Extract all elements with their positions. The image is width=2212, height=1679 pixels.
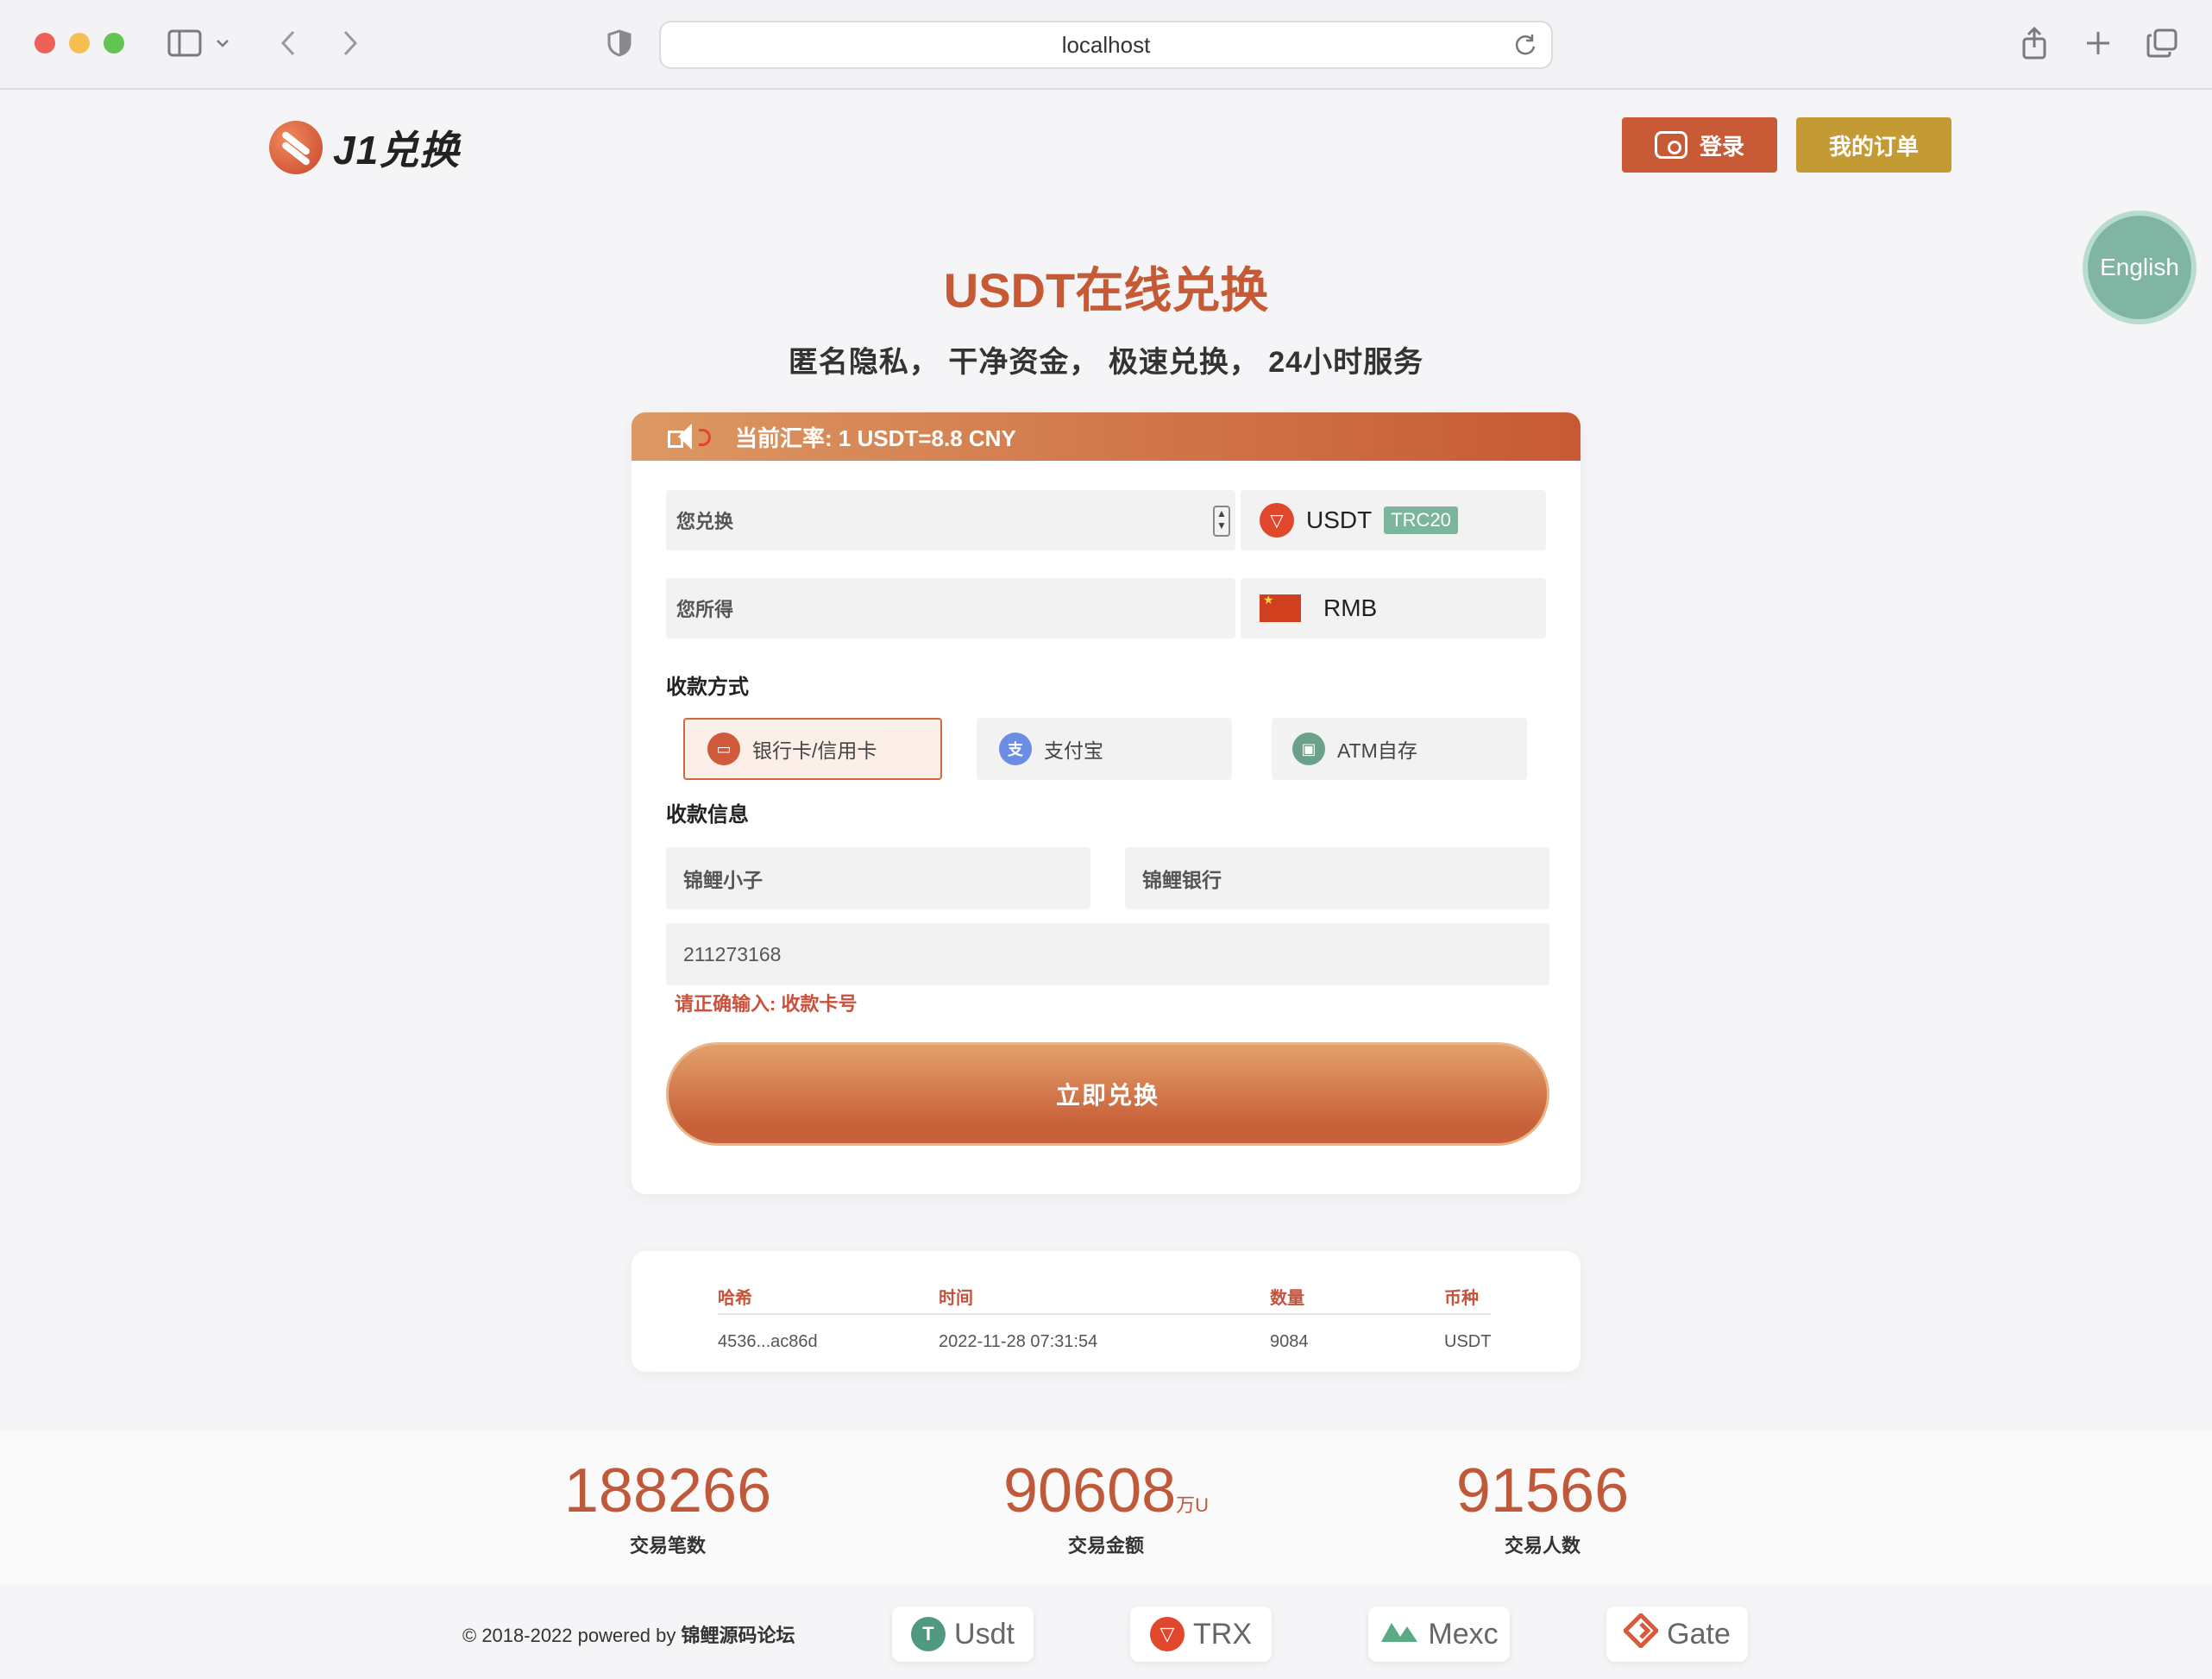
china-flag-icon [1260,593,1301,622]
stat-trade-volume: 90608万U 交易金额 [933,1456,1279,1558]
stat-trader-count: 91566 交易人数 [1370,1456,1715,1558]
payment-option-label: 银行卡/信用卡 [752,739,877,762]
bank-card-icon: ▭ [707,733,740,765]
speaker-icon [666,424,711,450]
stat-label: 交易金额 [1067,1535,1144,1556]
payee-info-label: 收款信息 [666,803,749,827]
forward-arrow-icon[interactable] [330,22,371,64]
logo-icon [269,121,323,174]
pay-amount-input[interactable]: 您兑换 ▲ ▼ [666,490,1235,550]
column-header-time: 时间 [939,1289,973,1308]
minimize-window-button[interactable] [69,33,90,53]
stat-unit: 万U [1176,1494,1210,1516]
login-label: 登录 [1699,133,1744,160]
partner-label: Usdt [954,1617,1015,1651]
my-orders-button[interactable]: 我的订单 [1796,117,1951,173]
network-badge: TRC20 [1384,506,1458,534]
receive-amount-input[interactable]: 您所得 [666,578,1235,638]
pay-coin-selector[interactable]: ▽ USDT TRC20 [1241,490,1546,550]
column-header-coin: 币种 [1444,1289,1479,1308]
close-window-button[interactable] [35,33,55,53]
column-header-amount: 数量 [1270,1289,1304,1308]
sidebar-toggle-icon[interactable] [164,22,205,64]
payment-option-alipay[interactable]: 支 支付宝 [977,718,1232,780]
wallet-icon [1654,131,1687,159]
stat-value: 91566 [1455,1456,1630,1525]
page-content: J1兑换 登录 我的订单 English USDT在线兑换 匿名隐私， 干净资金… [0,91,2212,1679]
pay-coin-name: USDT [1306,506,1373,533]
partner-mexc[interactable]: Mexc [1368,1607,1510,1662]
powered-by-link[interactable]: 锦鲤源码论坛 [682,1625,795,1646]
payee-name-input[interactable]: 锦鲤小子 [666,847,1090,909]
exchange-rate-text: 当前汇率: 1 USDT=8.8 CNY [735,424,1016,451]
partner-usdt[interactable]: T Usdt [892,1607,1034,1662]
tether-icon: T [911,1617,946,1651]
atm-icon: ▣ [1292,733,1325,765]
stat-label: 交易人数 [1504,1535,1580,1556]
share-icon[interactable] [2014,22,2055,64]
site-logo[interactable]: J1兑换 [269,119,460,176]
privacy-shield-icon[interactable] [599,22,640,64]
recent-transactions-table: 哈希 时间 数量 币种 4536...ac86d 2022-11-28 07:3… [632,1251,1580,1372]
browser-toolbar: localhost [0,0,2212,90]
stats-section: 188266 交易笔数 90608万U 交易金额 91566 交易人数 [0,1431,2212,1584]
back-arrow-icon[interactable] [267,22,309,64]
new-tab-plus-icon[interactable] [2077,22,2119,64]
tab-overview-icon[interactable] [2141,22,2183,64]
partner-label: Gate [1667,1617,1731,1651]
partner-trx[interactable]: ▽ TRX [1130,1607,1272,1662]
card-number-error: 请正确输入: 收款卡号 [675,993,858,1015]
stat-value: 188266 [563,1456,772,1525]
pay-amount-placeholder: 您兑换 [676,511,734,532]
stat-trade-count: 188266 交易笔数 [495,1456,840,1558]
cell-hash: 4536...ac86d [718,1332,818,1351]
table-header: 哈希 时间 数量 币种 [718,1284,1491,1315]
receive-currency-name: RMB [1323,594,1378,621]
payment-method-label: 收款方式 [666,676,749,699]
exchange-now-button[interactable]: 立即兑换 [666,1042,1549,1146]
cell-amount: 9084 [1270,1332,1309,1351]
login-button[interactable]: 登录 [1622,117,1777,173]
page-title: USDT在线兑换 [943,263,1269,318]
page-subtitle: 匿名隐私， 干净资金， 极速兑换， 24小时服务 [788,346,1424,379]
payment-option-label: 支付宝 [1044,739,1103,762]
reload-icon[interactable] [1513,33,1539,59]
logo-text: J1兑换 [333,128,461,173]
payment-option-label: ATM自存 [1337,739,1417,762]
receive-amount-placeholder: 您所得 [676,599,734,620]
payment-option-bank-card[interactable]: ▭ 银行卡/信用卡 [683,718,942,780]
url-text: localhost [1061,31,1151,58]
number-stepper-icon[interactable]: ▲ ▼ [1213,506,1230,537]
stat-label: 交易笔数 [629,1535,706,1556]
payment-option-atm[interactable]: ▣ ATM自存 [1272,718,1527,780]
partner-label: TRX [1193,1617,1252,1651]
tron-icon: ▽ [1150,1617,1185,1651]
card-number-input[interactable]: 211273168 [666,923,1549,985]
column-header-hash: 哈希 [718,1289,752,1308]
exchange-card: 当前汇率: 1 USDT=8.8 CNY 您兑换 ▲ ▼ ▽ USDT TRC20… [632,412,1580,1194]
payee-bank-input[interactable]: 锦鲤银行 [1125,847,1549,909]
stat-value: 90608 [1002,1456,1177,1525]
chevron-down-icon[interactable] [211,22,235,64]
cell-coin: USDT [1444,1332,1492,1351]
exchange-rate-banner: 当前汇率: 1 USDT=8.8 CNY [632,412,1580,461]
copyright-text: © 2018-2022 powered by [462,1625,682,1646]
partner-gate[interactable]: Gate [1606,1607,1748,1662]
address-bar[interactable]: localhost [659,21,1553,69]
footer-copyright: © 2018-2022 powered by 锦鲤源码论坛 [462,1620,795,1648]
partner-label: Mexc [1428,1617,1499,1651]
gate-icon [1622,1611,1660,1656]
tron-icon: ▽ [1260,503,1294,538]
cell-time: 2022-11-28 07:31:54 [939,1332,1098,1351]
maximize-window-button[interactable] [104,33,124,53]
alipay-icon: 支 [999,733,1032,765]
receive-currency-selector[interactable]: RMB [1241,578,1546,638]
mexc-icon [1379,1618,1419,1651]
